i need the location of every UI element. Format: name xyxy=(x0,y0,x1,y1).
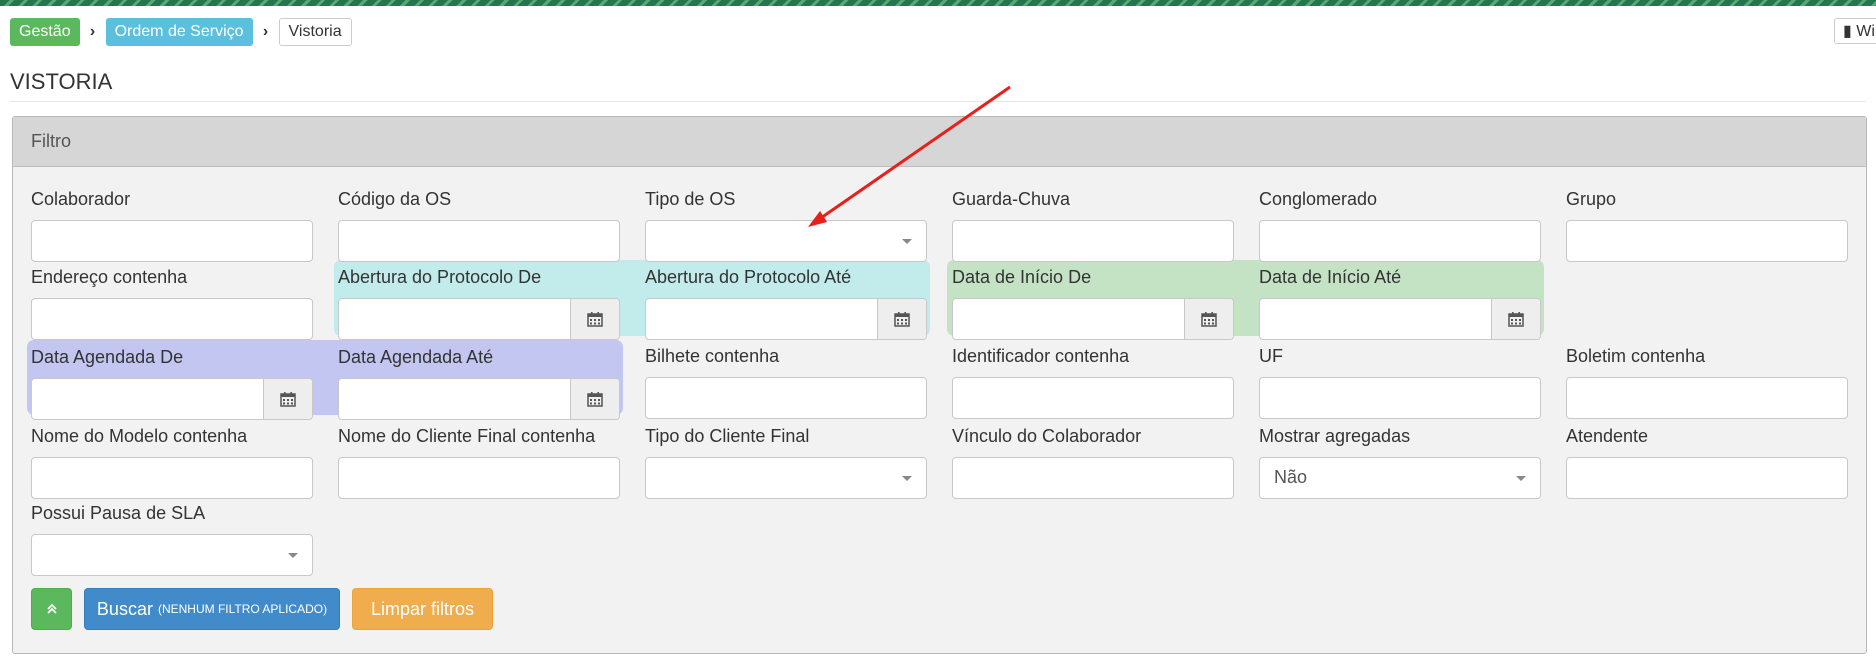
annotation-arrow xyxy=(808,85,1011,227)
